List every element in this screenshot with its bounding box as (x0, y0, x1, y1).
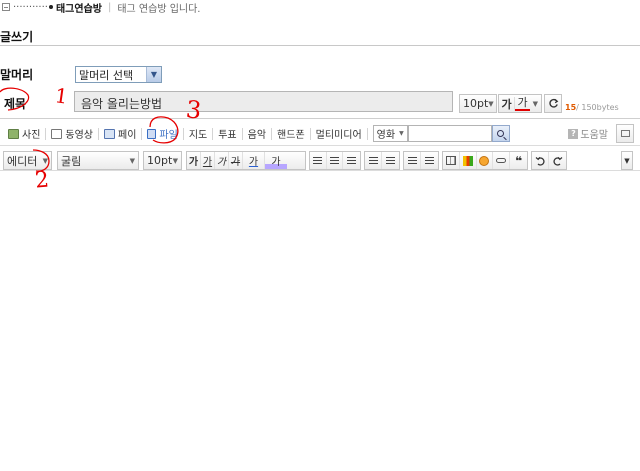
annotation-circle-subject (0, 87, 30, 111)
annotation-circle-file (149, 116, 179, 144)
annotation-overlay (0, 87, 179, 172)
annotation-number-2: 2 (33, 167, 51, 194)
annotation-number-3: 3 (184, 95, 203, 125)
